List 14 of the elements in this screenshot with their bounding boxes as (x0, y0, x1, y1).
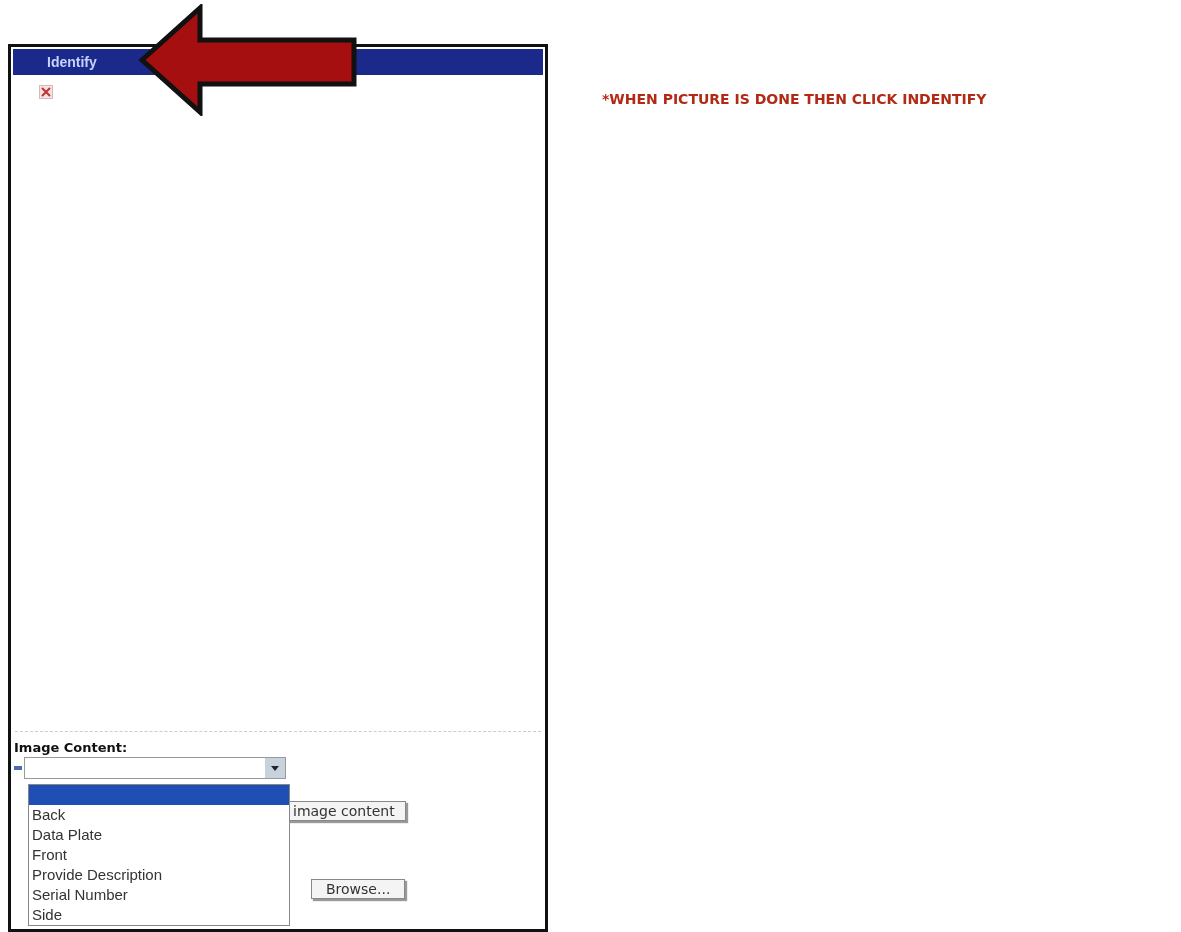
broken-image-icon (39, 85, 53, 99)
dropdown-option[interactable]: Front (29, 845, 289, 865)
dropdown-option[interactable]: Side (29, 905, 289, 925)
caret-icon (271, 765, 279, 771)
marker-icon (14, 765, 22, 771)
dropdown-option[interactable]: Back (29, 805, 289, 825)
dropdown-option[interactable]: Serial Number (29, 885, 289, 905)
dropdown-option[interactable]: Provide Description (29, 865, 289, 885)
dropdown-option[interactable]: Data Plate (29, 825, 289, 845)
field-label: Image Content: (13, 739, 128, 757)
image-content-select[interactable] (24, 757, 286, 779)
add-content-button[interactable]: image content (288, 801, 406, 821)
annotation-note: *WHEN PICTURE IS DONE THEN CLICK INDENTIFY (602, 91, 987, 107)
browse-button[interactable]: Browse... (311, 879, 406, 899)
